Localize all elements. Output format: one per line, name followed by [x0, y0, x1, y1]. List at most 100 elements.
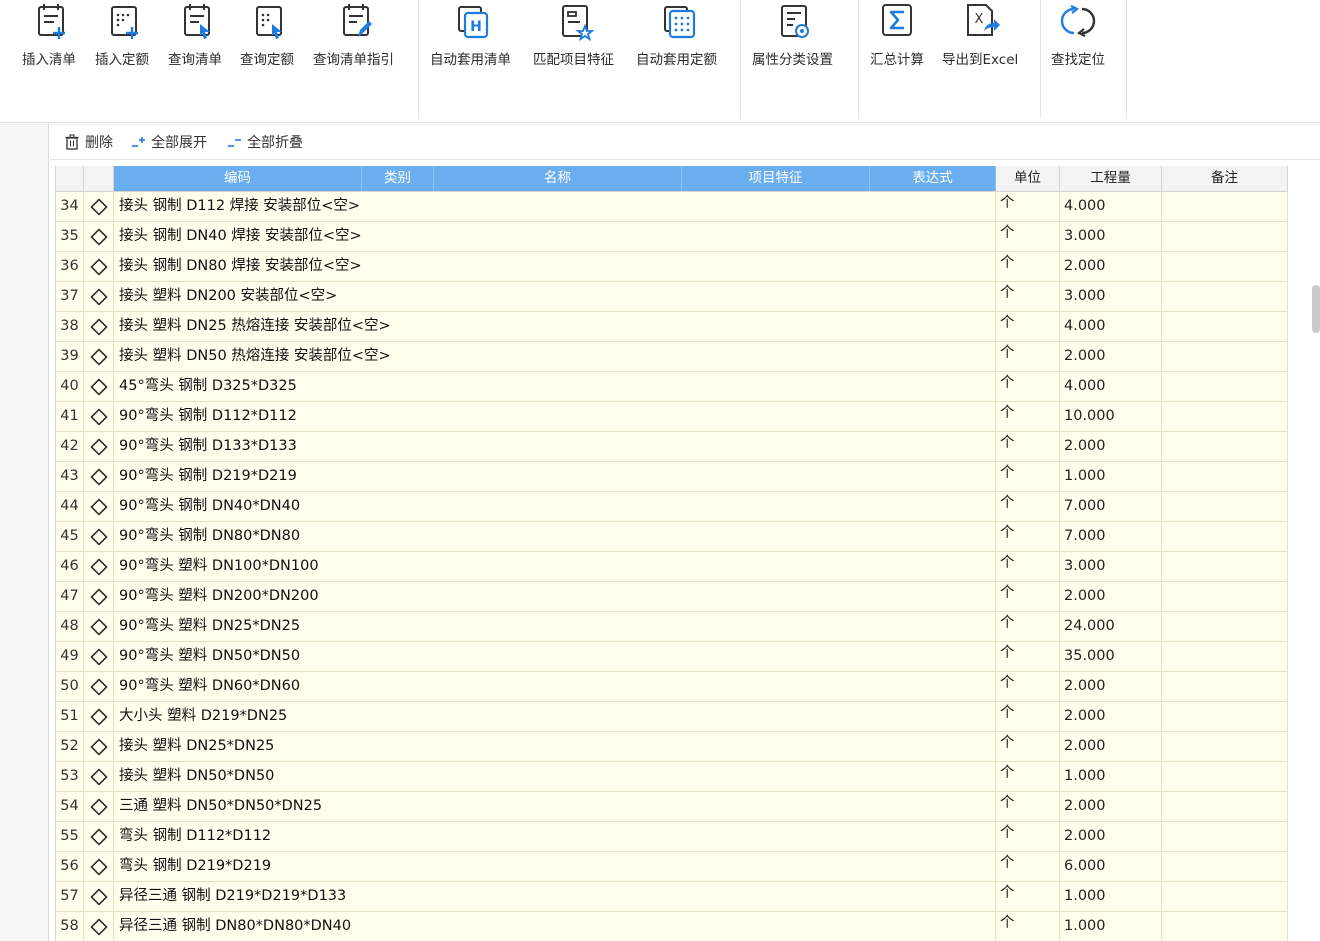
row-quantity[interactable]: 6.000	[1060, 852, 1162, 882]
row-name[interactable]: 弯头 钢制 D112*D112	[114, 822, 996, 852]
delete-button[interactable]: 删除	[64, 131, 113, 153]
insert-list-button[interactable]: 插入清单	[22, 0, 76, 72]
row-name[interactable]: 接头 塑料 DN200 安装部位<空>	[114, 282, 996, 312]
row-unit[interactable]: 个	[996, 282, 1060, 312]
row-quantity[interactable]: 4.000	[1060, 192, 1162, 222]
row-name[interactable]: 接头 塑料 DN25*DN25	[114, 732, 996, 762]
row-name[interactable]: 接头 钢制 DN80 焊接 安装部位<空>	[114, 252, 996, 282]
row-note[interactable]	[1162, 642, 1288, 672]
table-row[interactable]: 57 异径三通 钢制 D219*D219*D133 个 1.000	[56, 882, 1288, 912]
table-row[interactable]: 53 接头 塑料 DN50*DN50 个 1.000	[56, 762, 1288, 792]
row-note[interactable]	[1162, 462, 1288, 492]
row-name[interactable]: 弯头 钢制 D219*D219	[114, 852, 996, 882]
row-unit[interactable]: 个	[996, 462, 1060, 492]
row-expand-toggle[interactable]	[84, 852, 114, 882]
row-expand-toggle[interactable]	[84, 492, 114, 522]
table-row[interactable]: 58 异径三通 钢制 DN80*DN80*DN40 个 1.000	[56, 912, 1288, 941]
row-expand-toggle[interactable]	[84, 762, 114, 792]
table-row[interactable]: 36 接头 钢制 DN80 焊接 安装部位<空> 个 2.000	[56, 252, 1288, 282]
row-note[interactable]	[1162, 342, 1288, 372]
row-expand-toggle[interactable]	[84, 222, 114, 252]
table-row[interactable]: 55 弯头 钢制 D112*D112 个 2.000	[56, 822, 1288, 852]
row-expand-toggle[interactable]	[84, 912, 114, 941]
row-name[interactable]: 90°弯头 塑料 DN100*DN100	[114, 552, 996, 582]
table-row[interactable]: 56 弯头 钢制 D219*D219 个 6.000	[56, 852, 1288, 882]
row-quantity[interactable]: 3.000	[1060, 222, 1162, 252]
row-note[interactable]	[1162, 492, 1288, 522]
row-quantity[interactable]: 2.000	[1060, 822, 1162, 852]
row-unit[interactable]: 个	[996, 192, 1060, 222]
row-expand-toggle[interactable]	[84, 672, 114, 702]
table-row[interactable]: 35 接头 钢制 DN40 焊接 安装部位<空> 个 3.000	[56, 222, 1288, 252]
row-name[interactable]: 90°弯头 塑料 DN60*DN60	[114, 672, 996, 702]
row-unit[interactable]: 个	[996, 432, 1060, 462]
row-quantity[interactable]: 2.000	[1060, 702, 1162, 732]
row-expand-toggle[interactable]	[84, 642, 114, 672]
row-quantity[interactable]: 24.000	[1060, 612, 1162, 642]
row-unit[interactable]: 个	[996, 552, 1060, 582]
row-quantity[interactable]: 3.000	[1060, 282, 1162, 312]
row-unit[interactable]: 个	[996, 372, 1060, 402]
row-note[interactable]	[1162, 762, 1288, 792]
row-name[interactable]: 45°弯头 钢制 D325*D325	[114, 372, 996, 402]
row-quantity[interactable]: 1.000	[1060, 912, 1162, 941]
row-expand-toggle[interactable]	[84, 312, 114, 342]
table-row[interactable]: 34 接头 钢制 D112 焊接 安装部位<空> 个 4.000	[56, 192, 1288, 222]
row-name[interactable]: 三通 塑料 DN50*DN50*DN25	[114, 792, 996, 822]
row-unit[interactable]: 个	[996, 642, 1060, 672]
row-unit[interactable]: 个	[996, 882, 1060, 912]
expand-all-button[interactable]: 全部展开	[130, 131, 207, 153]
row-name[interactable]: 接头 塑料 DN50*DN50	[114, 762, 996, 792]
header-note[interactable]: 备注	[1162, 166, 1288, 191]
row-note[interactable]	[1162, 252, 1288, 282]
table-row[interactable]: 42 90°弯头 钢制 D133*D133 个 2.000	[56, 432, 1288, 462]
sum-button[interactable]: 汇总计算	[870, 0, 924, 72]
row-quantity[interactable]: 2.000	[1060, 342, 1162, 372]
row-unit[interactable]: 个	[996, 342, 1060, 372]
header-quantity[interactable]: 工程量	[1060, 166, 1162, 191]
row-name[interactable]: 接头 塑料 DN50 热熔连接 安装部位<空>	[114, 342, 996, 372]
row-unit[interactable]: 个	[996, 672, 1060, 702]
row-note[interactable]	[1162, 702, 1288, 732]
row-quantity[interactable]: 7.000	[1060, 492, 1162, 522]
header-feature[interactable]: 项目特征	[682, 166, 870, 191]
table-row[interactable]: 41 90°弯头 钢制 D112*D112 个 10.000	[56, 402, 1288, 432]
row-unit[interactable]: 个	[996, 702, 1060, 732]
row-note[interactable]	[1162, 732, 1288, 762]
row-note[interactable]	[1162, 312, 1288, 342]
row-note[interactable]	[1162, 282, 1288, 312]
row-note[interactable]	[1162, 432, 1288, 462]
row-note[interactable]	[1162, 372, 1288, 402]
header-code[interactable]: 编码	[114, 166, 362, 191]
row-note[interactable]	[1162, 792, 1288, 822]
row-expand-toggle[interactable]	[84, 582, 114, 612]
row-expand-toggle[interactable]	[84, 792, 114, 822]
row-expand-toggle[interactable]	[84, 192, 114, 222]
row-name[interactable]: 异径三通 钢制 DN80*DN80*DN40	[114, 912, 996, 941]
table-row[interactable]: 47 90°弯头 塑料 DN200*DN200 个 2.000	[56, 582, 1288, 612]
row-name[interactable]: 90°弯头 钢制 D112*D112	[114, 402, 996, 432]
row-name[interactable]: 90°弯头 钢制 D219*D219	[114, 462, 996, 492]
row-expand-toggle[interactable]	[84, 522, 114, 552]
row-note[interactable]	[1162, 672, 1288, 702]
header-unit[interactable]: 单位	[996, 166, 1060, 191]
table-row[interactable]: 50 90°弯头 塑料 DN60*DN60 个 2.000	[56, 672, 1288, 702]
query-guide-button[interactable]: 查询清单指引	[313, 0, 394, 72]
row-note[interactable]	[1162, 192, 1288, 222]
row-quantity[interactable]: 2.000	[1060, 432, 1162, 462]
table-row[interactable]: 40 45°弯头 钢制 D325*D325 个 4.000	[56, 372, 1288, 402]
row-expand-toggle[interactable]	[84, 612, 114, 642]
row-quantity[interactable]: 2.000	[1060, 792, 1162, 822]
row-quantity[interactable]: 1.000	[1060, 462, 1162, 492]
row-expand-toggle[interactable]	[84, 432, 114, 462]
table-row[interactable]: 49 90°弯头 塑料 DN50*DN50 个 35.000	[56, 642, 1288, 672]
header-expression[interactable]: 表达式	[870, 166, 996, 191]
row-unit[interactable]: 个	[996, 312, 1060, 342]
row-note[interactable]	[1162, 222, 1288, 252]
table-row[interactable]: 43 90°弯头 钢制 D219*D219 个 1.000	[56, 462, 1288, 492]
row-expand-toggle[interactable]	[84, 462, 114, 492]
collapse-all-button[interactable]: 全部折叠	[226, 131, 303, 153]
table-row[interactable]: 51 大小头 塑料 D219*DN25 个 2.000	[56, 702, 1288, 732]
header-name[interactable]: 名称	[434, 166, 682, 191]
row-name[interactable]: 接头 钢制 D112 焊接 安装部位<空>	[114, 192, 996, 222]
